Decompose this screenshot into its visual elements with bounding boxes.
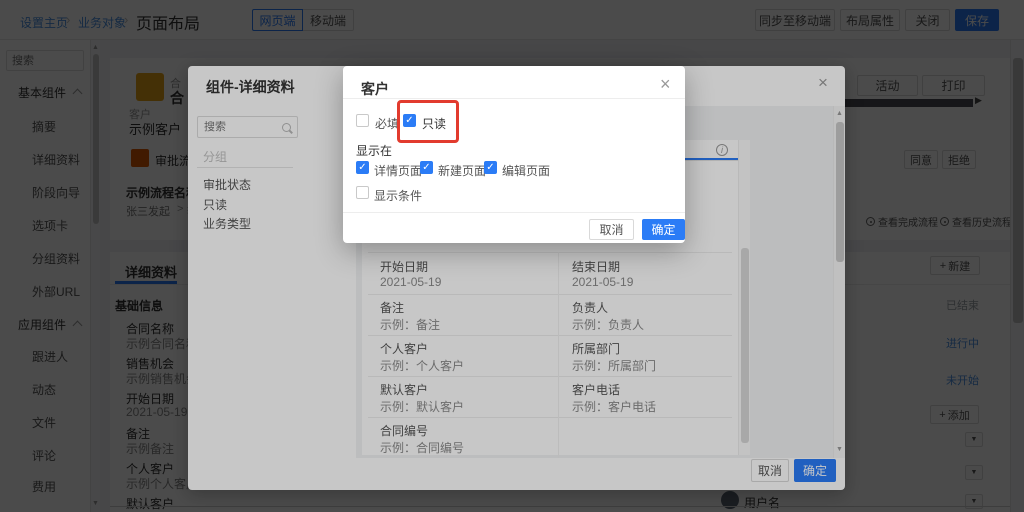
display-in-label: 显示在 (356, 142, 392, 159)
detail-page-checkbox-label[interactable]: 详情页面 (374, 162, 422, 179)
display-condition-checkbox[interactable]: ✓ (356, 186, 369, 199)
field-dialog (343, 66, 685, 243)
new-page-checkbox-label[interactable]: 新建页面 (438, 162, 486, 179)
required-checkbox-label[interactable]: 必填 (375, 115, 399, 132)
check-icon: ✓ (422, 163, 430, 173)
detail-page-checkbox[interactable]: ✓ (356, 161, 369, 174)
dialog-cancel-button[interactable]: 取消 (589, 219, 634, 240)
check-icon: ✓ (358, 163, 366, 173)
annotation-highlight-box (397, 100, 459, 143)
display-condition-checkbox-label[interactable]: 显示条件 (374, 187, 422, 204)
edit-page-checkbox[interactable]: ✓ (484, 161, 497, 174)
dialog-ok-button[interactable]: 确定 (642, 219, 685, 240)
edit-page-checkbox-label[interactable]: 编辑页面 (502, 162, 550, 179)
page-layout-editor: 设置主页 › 业务对象 › 页面布局 网页端 移动端 同步至移动端 布局属性 关… (0, 0, 1024, 512)
new-page-checkbox[interactable]: ✓ (420, 161, 433, 174)
check-icon: ✓ (486, 163, 494, 173)
required-checkbox[interactable]: ✓ (356, 114, 369, 127)
field-dialog-title: 客户 (361, 79, 389, 99)
close-icon[interactable]: × (660, 75, 671, 93)
dialog-header-divider (343, 98, 685, 99)
dialog-footer-divider (343, 212, 685, 213)
